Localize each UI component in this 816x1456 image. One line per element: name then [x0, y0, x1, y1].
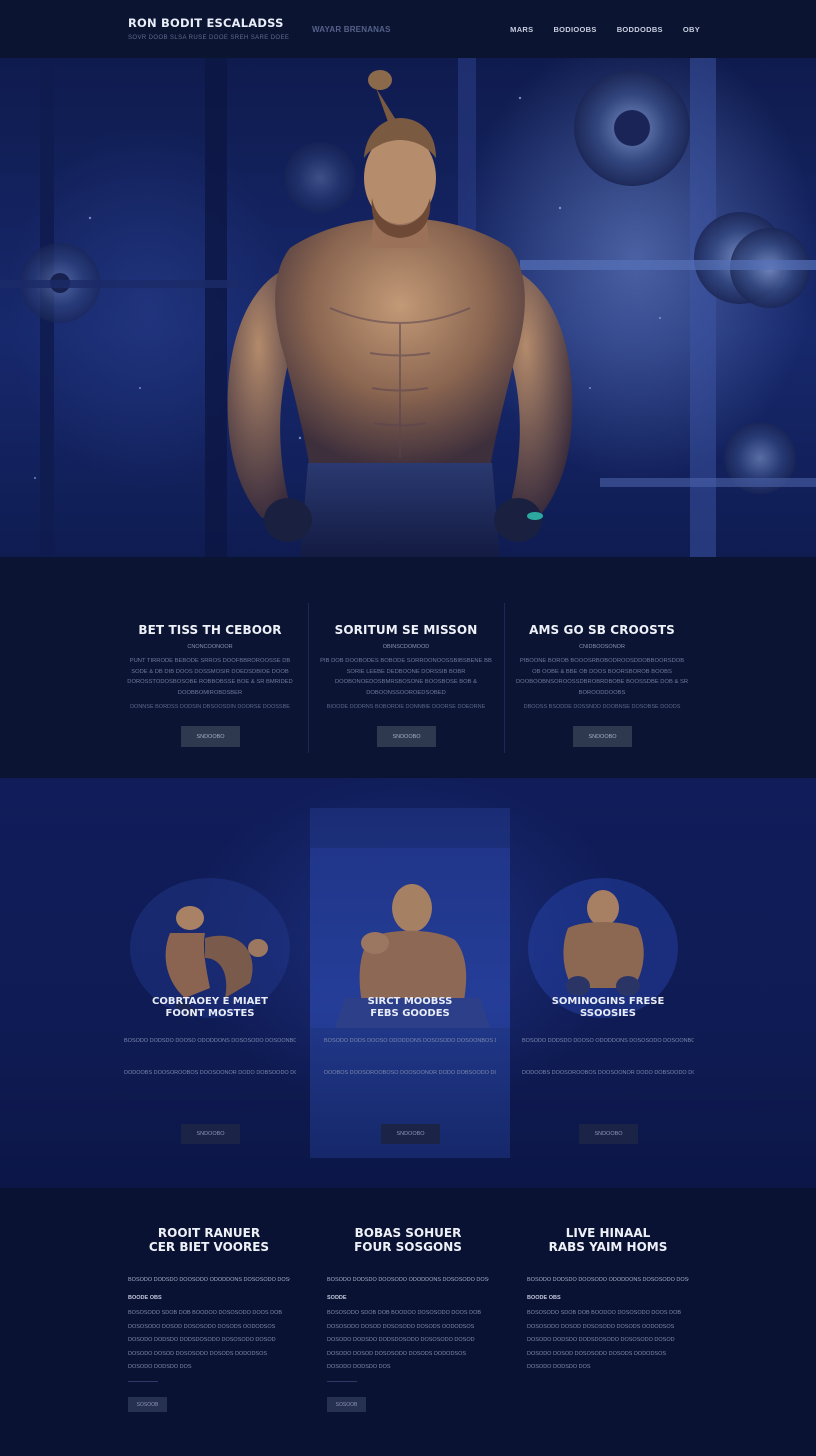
- article-title: LIVE HINAAL RABS YAIM HOMS: [527, 1226, 689, 1254]
- article-button-1[interactable]: SOSOOB: [128, 1397, 167, 1412]
- nav-link-1[interactable]: MARS: [510, 25, 533, 34]
- program-title-line-2: FEBS GOODES: [370, 1008, 450, 1019]
- info-button-3[interactable]: SNDOOBO: [573, 726, 632, 747]
- program-card-3: SOMINOGINS FRESE SSOOSIES BOSODO DODSDO …: [508, 808, 708, 1158]
- info-subtitle: CNONCOONOOR: [187, 644, 233, 650]
- site-header: RON BODIT ESCALADSS SOVR DOOB SLSA RUSE …: [0, 0, 816, 58]
- brand-subtitle: SOVR DOOB SLSA RUSE DOOE SREH SARE DOEE: [128, 35, 290, 41]
- info-footnote: BIOODE DODRNS BOBORDIE DONNBIE DOORSE DO…: [326, 704, 486, 710]
- program-description-2: DOOBOS DOOSOROOBOSO DOOSOONOR DODO DOBSO…: [324, 1070, 496, 1076]
- article-lead: BOSODO DODSDO DOOSODO ODODDONS DOSOSODO …: [128, 1277, 290, 1283]
- article-lead: BOSODO DODSDO DOOSODO ODODDONS DOSOSODO …: [327, 1277, 489, 1283]
- program-title-line-2: FOONT MOSTES: [165, 1008, 255, 1019]
- info-subtitle: CNIDBOOSONOR: [579, 644, 625, 650]
- nav-link-2[interactable]: BODIOOBS: [553, 25, 596, 34]
- program-description-2: DODOOBS DOOSOROOBOS DOOSOONOR DODO DOBSO…: [522, 1070, 694, 1076]
- article-title-line-1: LIVE HINAAL: [565, 1226, 651, 1240]
- gym-frame-left: [205, 58, 227, 557]
- program-title-line-1: COBRTAOEY E MIAET: [152, 996, 268, 1007]
- info-title: SORITUM SE MISSON: [334, 623, 478, 637]
- program-card-2: SIRCT MOOBSS FEBS GOODES BOSODO DODS DOO…: [310, 808, 510, 1158]
- hero-section: [0, 58, 816, 557]
- info-column-1: BET TISS TH CEBOOR CNONCOONOOR PUNT TIRR…: [112, 557, 308, 778]
- program-title-line-2: SSOOSIES: [580, 1008, 636, 1019]
- nav-link-4[interactable]: OBY: [683, 25, 700, 34]
- barbell-bar-left: [0, 280, 240, 288]
- article-title: ROOIT RANUER CER BIET VOORES: [128, 1226, 290, 1254]
- weight-plate-top-hub: [614, 110, 650, 146]
- info-text: PIBOONE BOROB BOOOSRBOBODROOSDDOBBOORSDO…: [516, 658, 689, 696]
- article-divider: [327, 1381, 357, 1382]
- article-title-line-1: BOBAS SOHUER: [354, 1226, 462, 1240]
- brand-title: RON BODIT ESCALADSS: [128, 16, 284, 30]
- program-description-1: BOSODO DODS DOOSO ODODDONS DOSOSODO DOSO…: [324, 1038, 496, 1044]
- article-body: BOSOSODO SDOB DOB BOODOO DOSOSODO DOOS D…: [128, 1310, 283, 1370]
- articles-section: ROOIT RANUER CER BIET VOORES BOSODO DODS…: [0, 1188, 816, 1456]
- info-footnote: DBOOSS BSODDE DOSSNDD DOOBNSE DOSOBSE DO…: [523, 704, 681, 710]
- program-title: SOMINOGINS FRESE SSOOSIES: [508, 996, 708, 1020]
- article-body: BOSOSODO SDOB DOB BOODOO DOSOSODO DOOS D…: [527, 1310, 682, 1370]
- program-description-2: DODOOBS DOOSOROOBOS DOOSOONOR DODO DOBSO…: [124, 1070, 296, 1076]
- program-button-3[interactable]: SNDOOBO: [579, 1124, 638, 1144]
- article-body: BOSOSODO SDOB DOB BOODOO DOSOSODO DOOS D…: [327, 1310, 482, 1370]
- hero-man-figure: [227, 70, 573, 557]
- program-button-2[interactable]: SNDOOBO: [381, 1124, 440, 1144]
- article-title-line-2: FOUR SOSGONS: [354, 1240, 462, 1254]
- nav-link-3[interactable]: BODDODBS: [617, 25, 663, 34]
- article-divider: [128, 1381, 158, 1382]
- program-card-1: COBRTAOEY E MIAET FOONT MOSTES BOSODO DO…: [110, 808, 310, 1158]
- info-text: PUNT TIRRODE BEBODE SRROS DOOFBBROROOSSE…: [127, 658, 293, 696]
- page: RON BODIT ESCALADSS SOVR DOOB SLSA RUSE …: [0, 0, 816, 1456]
- program-title: COBRTAOEY E MIAET FOONT MOSTES: [110, 996, 310, 1020]
- brand[interactable]: RON BODIT ESCALADSS SOVR DOOB SLSA RUSE …: [128, 16, 289, 41]
- main-nav: MARS BODIOOBS BODDODBS OBY: [510, 25, 700, 34]
- barbell-bar-right: [520, 260, 816, 270]
- info-button-1[interactable]: SNDOOBO: [181, 726, 240, 747]
- info-title: BET TISS TH CEBOOR: [138, 623, 282, 637]
- info-column-2: SORITUM SE MISSON OBINSCDOMOOD PIB DOB D…: [308, 557, 504, 778]
- info-subtitle: OBINSCDOMOOD: [382, 644, 430, 650]
- info-footnote: DONNSE BORDSS DODSIN DBSOOSDIN DOORSE DO…: [130, 704, 290, 710]
- info-section: BET TISS TH CEBOOR CNONCOONOOR PUNT TIRR…: [0, 557, 816, 778]
- program-button-1[interactable]: SNDOOBO: [181, 1124, 240, 1144]
- article-lead: BOSODO DODSDO DOOSODO ODODDONS DOSOSODO …: [527, 1277, 689, 1283]
- hero-image: [0, 58, 816, 557]
- program-title-line-1: SOMINOGINS FRESE: [551, 996, 665, 1007]
- article-button-2[interactable]: SOSOOB: [327, 1397, 366, 1412]
- barbell-bar-bottom: [600, 478, 816, 487]
- programs-section: COBRTAOEY E MIAET FOONT MOSTES BOSODO DO…: [0, 778, 816, 1188]
- info-button-2[interactable]: SNDOOBO: [377, 726, 436, 747]
- program-title-line-1: SIRCT MOOBSS: [367, 996, 453, 1007]
- info-title: AMS GO SB CROOSTS: [529, 623, 675, 637]
- article-title-line-1: ROOIT RANUER: [157, 1226, 261, 1240]
- program-title: SIRCT MOOBSS FEBS GOODES: [310, 996, 510, 1020]
- program-description-1: BOSODO DODSDO DOOSO ODODDONS DOSOSODO DO…: [522, 1038, 694, 1044]
- info-text: PIB DOB DOOBODES BOBODE SORROONOOSSBIBSB…: [320, 658, 492, 696]
- article-kicker: BOODE OBS: [527, 1295, 561, 1301]
- article-title: BOBAS SOHUER FOUR SOSGONS: [327, 1226, 489, 1254]
- article-kicker: SODDE: [327, 1295, 347, 1301]
- header-tagline: WAYAR BRENANAS: [312, 25, 391, 34]
- article-kicker: BOODE OBS: [128, 1295, 162, 1301]
- article-title-line-2: CER BIET VOORES: [148, 1240, 270, 1254]
- program-description-1: BOSODO DODSDO DOOSO ODODDONS DOSOSODO DO…: [124, 1038, 296, 1044]
- article-title-line-2: RABS YAIM HOMS: [548, 1240, 668, 1254]
- weight-plate-back: [284, 142, 356, 214]
- info-column-3: AMS GO SB CROOSTS CNIDBOOSONOR PIBOONE B…: [504, 557, 700, 778]
